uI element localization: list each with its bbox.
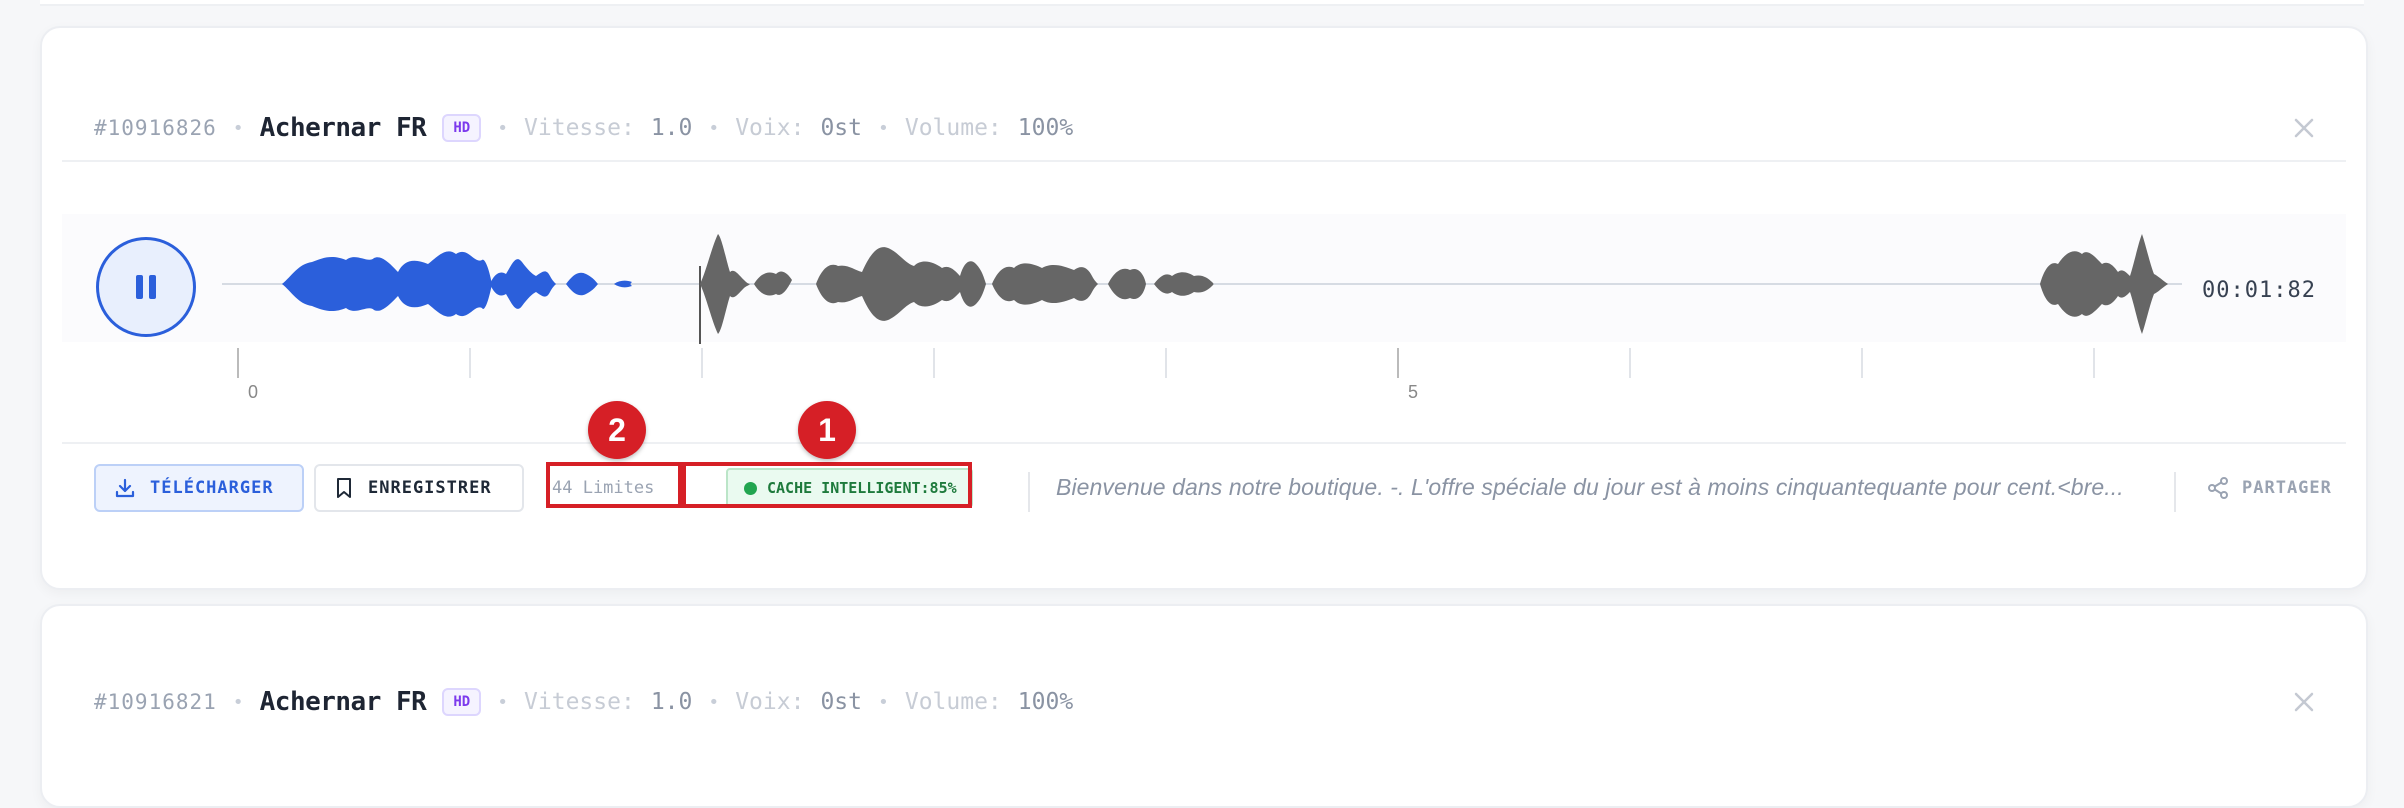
pause-icon xyxy=(136,275,156,299)
playback-time: 00:01:82 xyxy=(2202,278,2316,303)
entry-id: #10916826 xyxy=(94,116,217,140)
pitch-value: 0st xyxy=(820,115,862,141)
waveform-unplayed-segment xyxy=(992,263,1098,305)
waveform-unplayed-segment xyxy=(1154,272,1214,296)
toolbar-separator xyxy=(2174,472,2176,512)
waveform-unplayed-segment xyxy=(754,271,792,296)
download-button[interactable]: TÉLÉCHARGER xyxy=(94,464,304,512)
speed-label: Vitesse: xyxy=(524,689,635,715)
close-icon[interactable] xyxy=(2286,110,2322,146)
volume-label: Volume: xyxy=(904,115,1002,141)
waveform-unplayed-segment xyxy=(2040,234,2168,334)
ruler-label-5: 5 xyxy=(1408,382,1418,402)
text-snippet: Bienvenue dans notre boutique. -. L'offr… xyxy=(1056,474,2124,500)
waveform-unplayed-segment xyxy=(700,234,750,334)
entry-header: #10916821 • Achernar FR HD • Vitesse: 1.… xyxy=(94,680,1073,724)
download-label: TÉLÉCHARGER xyxy=(150,478,274,498)
action-toolbar: TÉLÉCHARGER ENREGISTRER 44 Limites CACHE… xyxy=(94,464,2331,514)
save-button[interactable]: ENREGISTRER xyxy=(314,464,524,512)
separator-dot: • xyxy=(497,117,509,139)
hd-badge: HD xyxy=(442,114,482,142)
pitch-label: Voix: xyxy=(735,689,805,715)
voice-name: Achernar FR xyxy=(259,687,427,717)
waveform-played-segment xyxy=(282,251,492,317)
waveform-played-segment xyxy=(614,280,632,288)
waveform-played-segment xyxy=(566,272,598,296)
volume-value: 100% xyxy=(1017,689,1074,715)
annotation-box-2 xyxy=(546,462,682,508)
share-button[interactable]: PARTAGER xyxy=(2206,468,2332,508)
waveform-played-segment xyxy=(490,259,556,309)
save-label: ENREGISTRER xyxy=(368,478,492,498)
speed-value: 1.0 xyxy=(650,115,693,141)
toolbar-divider xyxy=(62,442,2346,444)
separator-dot: • xyxy=(232,117,244,139)
separator-dot: • xyxy=(878,691,889,713)
annotation-marker-2: 2 xyxy=(588,401,646,459)
volume-value: 100% xyxy=(1017,115,1074,141)
audio-entry-card: #10916821 • Achernar FR HD • Vitesse: 1.… xyxy=(40,604,2368,808)
close-icon[interactable] xyxy=(2286,684,2322,720)
annotation-marker-1: 1 xyxy=(798,401,856,459)
pause-button[interactable] xyxy=(96,237,196,337)
ruler-label-0: 0 xyxy=(248,382,258,402)
separator-dot: • xyxy=(708,117,720,139)
separator-dot: • xyxy=(878,117,889,139)
speed-label: Vitesse: xyxy=(524,115,635,141)
waveform[interactable] xyxy=(222,224,2202,344)
pitch-value: 0st xyxy=(820,689,862,715)
bookmark-icon xyxy=(337,478,351,498)
pitch-label: Voix: xyxy=(735,115,805,141)
voice-name: Achernar FR xyxy=(259,113,427,143)
header-divider xyxy=(62,160,2346,162)
speed-value: 1.0 xyxy=(650,689,693,715)
download-icon xyxy=(115,478,135,498)
share-label: PARTAGER xyxy=(2242,478,2332,498)
separator-dot: • xyxy=(497,691,509,713)
annotation-box-1 xyxy=(682,462,972,508)
entry-header: #10916826 • Achernar FR HD • Vitesse: 1.… xyxy=(94,106,1073,150)
hd-badge: HD xyxy=(442,688,482,716)
share-icon xyxy=(2208,477,2228,499)
timeline-ruler: 0 5 xyxy=(237,348,2095,402)
volume-label: Volume: xyxy=(904,689,1002,715)
waveform-unplayed-segment xyxy=(816,247,986,321)
entry-id: #10916821 xyxy=(94,690,217,714)
separator-dot: • xyxy=(232,691,244,713)
toolbar-separator xyxy=(1028,472,1030,512)
waveform-unplayed-segment xyxy=(1108,268,1146,300)
audio-entry-card: #10916826 • Achernar FR HD • Vitesse: 1.… xyxy=(40,26,2368,590)
separator-dot: • xyxy=(708,691,720,713)
previous-card-edge xyxy=(40,0,2364,6)
